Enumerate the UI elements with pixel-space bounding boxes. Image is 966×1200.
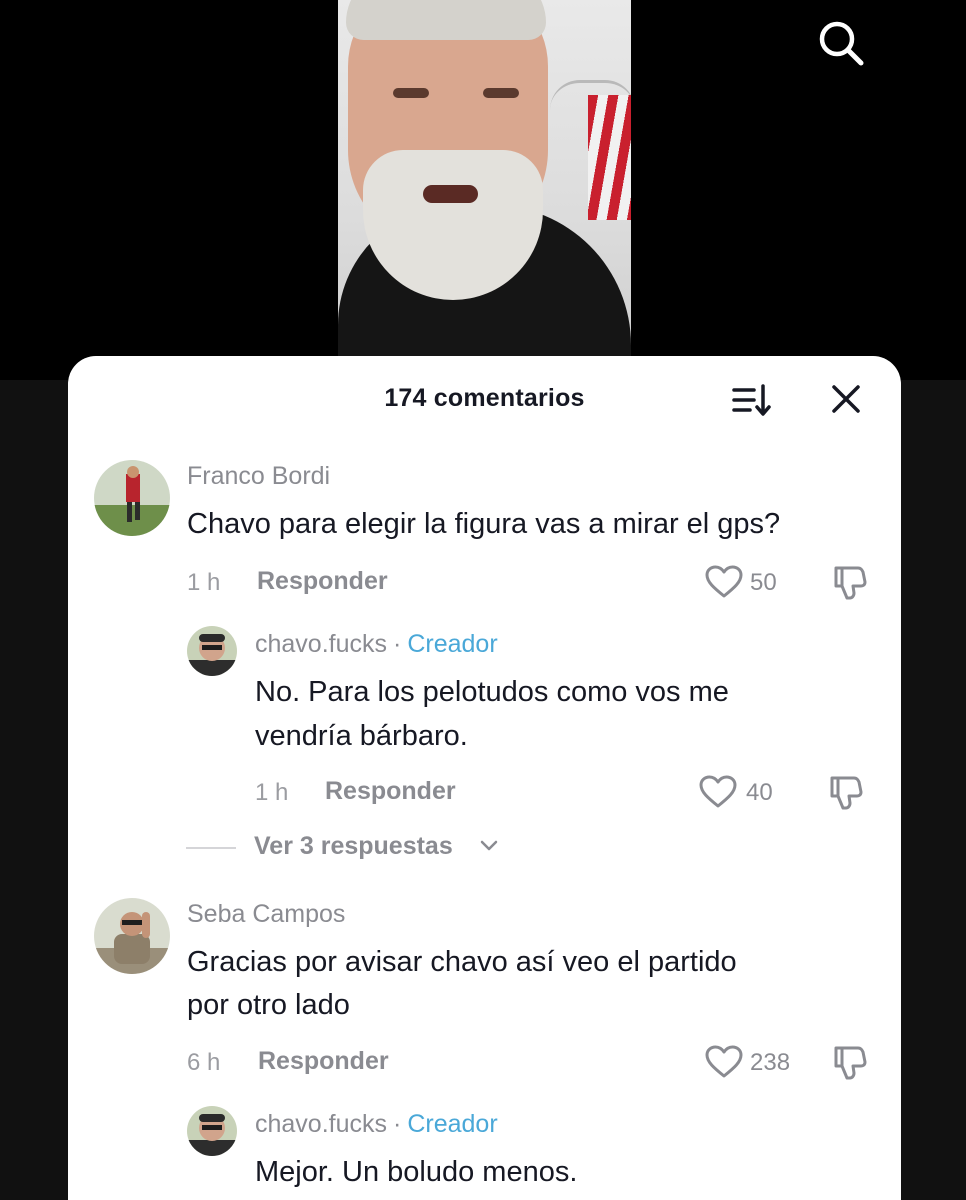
like-count: 50 <box>750 569 777 596</box>
reply-username-text[interactable]: chavo.fucks <box>255 1110 387 1138</box>
video-player[interactable] <box>338 0 631 360</box>
dislike-button[interactable] <box>830 1042 870 1082</box>
avatar[interactable] <box>187 1106 237 1156</box>
dislike-button[interactable] <box>826 772 866 812</box>
dislike-button[interactable] <box>830 562 870 602</box>
separator-dot: · <box>393 630 402 658</box>
comment-text: Chavo para elegir la figura vas a mirar … <box>187 508 781 540</box>
comments-panel: 174 comentarios Franco Bordi Chavo para … <box>68 356 901 1200</box>
search-icon <box>819 21 864 66</box>
view-replies-label[interactable]: Ver 3 respuestas <box>254 832 453 861</box>
reply-text-line-1: No. Para los pelotudos como vos me <box>255 676 729 708</box>
close-icon <box>832 385 860 413</box>
like-button[interactable] <box>704 1044 744 1080</box>
reply-time: 1 h <box>255 779 289 806</box>
like-count: 238 <box>750 1049 791 1076</box>
person-mouth <box>423 185 478 203</box>
person-hair <box>346 0 546 40</box>
reply-username[interactable]: chavo.fucks · Creador <box>255 1110 498 1139</box>
thumbs-down-icon <box>834 1046 867 1080</box>
comment-username[interactable]: Seba Campos <box>187 900 345 929</box>
comments-count-title: 174 comentarios <box>384 384 585 412</box>
like-button[interactable] <box>698 774 738 810</box>
separator-dot: · <box>393 1110 402 1138</box>
heart-icon <box>705 565 743 598</box>
sort-button[interactable] <box>730 382 774 418</box>
comment-text-line-1: Gracias por avisar chavo así veo el part… <box>187 946 737 978</box>
thumbs-down-icon <box>830 776 863 810</box>
thumbs-down-icon <box>834 566 867 600</box>
comment-username[interactable]: Franco Bordi <box>187 462 330 491</box>
chevron-down-icon <box>480 840 498 851</box>
comment-time: 6 h <box>187 1049 221 1076</box>
avatar[interactable] <box>94 460 170 536</box>
divider <box>186 847 236 849</box>
person-eye-left <box>393 88 429 98</box>
reply-text-line-2: vendría bárbaro. <box>255 720 468 752</box>
like-button[interactable] <box>704 564 744 600</box>
search-button[interactable] <box>816 18 866 68</box>
comment-time: 1 h <box>187 569 221 596</box>
person-eye-right <box>483 88 519 98</box>
reply-button[interactable]: Responder <box>257 567 388 596</box>
close-button[interactable] <box>826 382 866 418</box>
reply-button[interactable]: Responder <box>258 1047 389 1076</box>
comment-text-line-2: por otro lado <box>187 989 350 1021</box>
heart-icon <box>705 1045 743 1078</box>
avatar[interactable] <box>187 626 237 676</box>
reply-username[interactable]: chavo.fucks · Creador <box>255 630 498 659</box>
reply-button[interactable]: Responder <box>325 777 456 806</box>
creator-badge: Creador <box>407 630 498 658</box>
reply-text: Mejor. Un boludo menos. <box>255 1156 578 1188</box>
heart-icon <box>699 775 737 808</box>
comments-header: 174 comentarios <box>68 356 901 444</box>
reply-username-text[interactable]: chavo.fucks <box>255 630 387 658</box>
creator-badge: Creador <box>407 1110 498 1138</box>
like-count: 40 <box>746 779 773 806</box>
sort-icon <box>732 384 771 416</box>
avatar[interactable] <box>94 898 170 974</box>
jersey-background <box>588 95 631 220</box>
